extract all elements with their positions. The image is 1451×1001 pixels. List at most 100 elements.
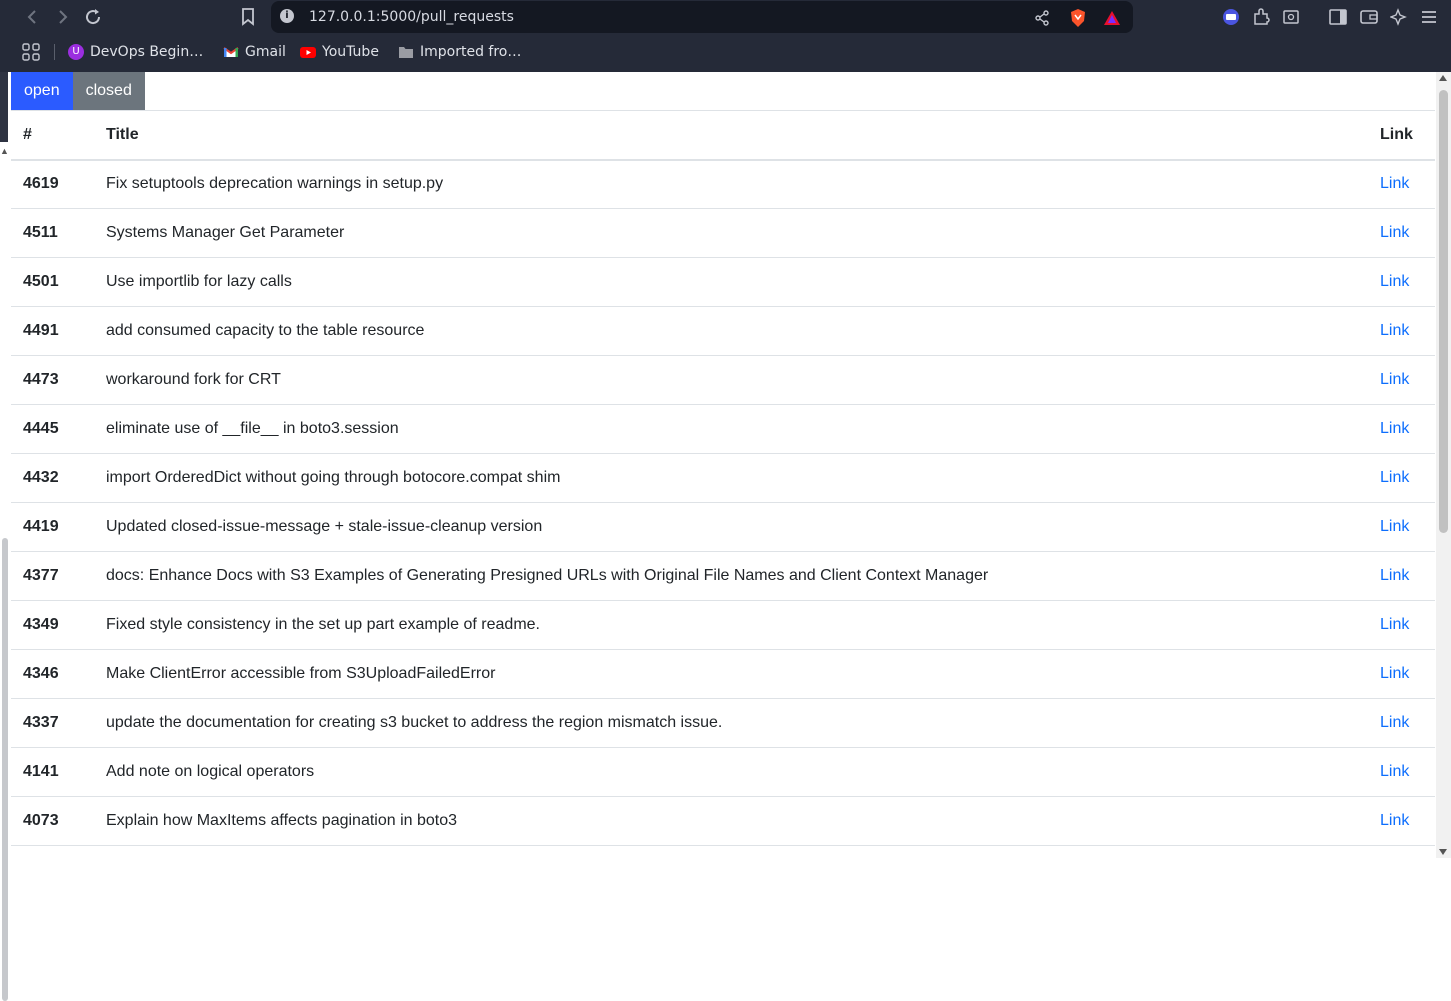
pr-link[interactable]: Link xyxy=(1380,469,1409,486)
table-row: 4445 eliminate use of __file__ in boto3.s… xyxy=(11,404,1435,454)
menu-icon[interactable] xyxy=(1418,6,1440,28)
pr-number: 4491 xyxy=(11,306,94,356)
extensions-puzzle-icon[interactable] xyxy=(1250,6,1272,28)
pr-number: 4432 xyxy=(11,453,94,503)
pr-link[interactable]: Link xyxy=(1380,371,1409,388)
browser-chrome: i 127.0.0.1:5000/pull_requests U DevOps … xyxy=(0,0,1451,72)
share-icon[interactable] xyxy=(1031,7,1053,29)
bookmark-devops[interactable]: U DevOps Begin… xyxy=(68,42,203,62)
pr-link[interactable]: Link xyxy=(1380,175,1409,192)
wallet-icon[interactable] xyxy=(1358,6,1380,28)
pr-title: import OrderedDict without going through… xyxy=(94,453,1368,503)
pr-number: 4619 xyxy=(11,159,94,209)
left-scroll-caret-icon: ▲ xyxy=(0,146,9,156)
table-row: 4073 Explain how MaxItems affects paginat… xyxy=(11,796,1435,846)
site-info-icon[interactable]: i xyxy=(280,9,294,23)
pull-requests-table-wrapper: # Title Link 4619 Fix setuptools deprecat… xyxy=(11,110,1435,846)
browser-toolbar: i 127.0.0.1:5000/pull_requests xyxy=(0,0,1451,34)
apps-grid-icon xyxy=(22,43,40,61)
tab-open[interactable]: open xyxy=(11,72,73,110)
pr-number: 4511 xyxy=(11,208,94,258)
url-text[interactable]: 127.0.0.1:5000/pull_requests xyxy=(309,9,514,25)
pr-title: eliminate use of __file__ in boto3.sessi… xyxy=(94,404,1368,454)
page-scrollbar[interactable] xyxy=(1436,72,1451,858)
pr-title: add consumed capacity to the table resou… xyxy=(94,306,1368,356)
gmail-icon xyxy=(223,47,239,57)
bookmark-icon xyxy=(242,8,254,26)
pr-link[interactable]: Link xyxy=(1380,616,1409,633)
back-arrow-icon xyxy=(27,10,36,24)
table-row: 4337 update the documentation for creatin… xyxy=(11,698,1435,748)
pr-link[interactable]: Link xyxy=(1380,567,1409,584)
sidebar-toggle-icon[interactable] xyxy=(1327,6,1349,28)
pr-link[interactable]: Link xyxy=(1380,714,1409,731)
state-tabs: open closed xyxy=(11,72,145,110)
pull-requests-table: # Title Link 4619 Fix setuptools deprecat… xyxy=(11,110,1435,846)
bookmark-devops-label: DevOps Begin… xyxy=(90,44,204,60)
pr-title: workaround fork for CRT xyxy=(94,355,1368,405)
bookmark-page-button[interactable] xyxy=(236,5,260,29)
pr-title: docs: Enhance Docs with S3 Examples of G… xyxy=(94,551,1368,601)
tab-closed[interactable]: closed xyxy=(72,72,145,110)
brave-rewards-icon[interactable] xyxy=(1101,7,1123,29)
bookmarks-bar: U DevOps Begin… Gmail YouTube Imported f… xyxy=(0,36,1451,68)
pr-link[interactable]: Link xyxy=(1380,665,1409,682)
pr-link[interactable]: Link xyxy=(1380,273,1409,290)
back-button[interactable] xyxy=(21,5,45,29)
scroll-thumb[interactable] xyxy=(1439,90,1448,533)
pr-number: 4346 xyxy=(11,649,94,699)
pr-number: 4349 xyxy=(11,600,94,650)
pr-title: update the documentation for creating s3… xyxy=(94,698,1368,748)
leo-ai-icon[interactable] xyxy=(1388,6,1410,28)
address-bar[interactable]: i 127.0.0.1:5000/pull_requests xyxy=(271,1,1133,33)
pr-link[interactable]: Link xyxy=(1380,224,1409,241)
apps-grid-button[interactable] xyxy=(22,42,40,62)
bookmark-imported-folder[interactable]: Imported fro… xyxy=(398,42,521,62)
pr-title: Add note on logical operators xyxy=(94,747,1368,797)
pr-number: 4073 xyxy=(11,796,94,846)
reload-button[interactable] xyxy=(81,5,105,29)
pr-title: Fix setuptools deprecation warnings in s… xyxy=(94,159,1368,209)
forward-arrow-icon xyxy=(59,10,68,24)
pr-title: Use importlib for lazy calls xyxy=(94,257,1368,307)
forward-button[interactable] xyxy=(50,5,74,29)
table-row: 4619 Fix setuptools deprecation warnings … xyxy=(11,159,1435,209)
pr-number: 4419 xyxy=(11,502,94,552)
table-row: 4432 import OrderedDict without going thr… xyxy=(11,453,1435,503)
bookmarks-divider xyxy=(54,44,55,60)
scroll-down-icon[interactable] xyxy=(1439,849,1447,855)
brave-shield-icon[interactable] xyxy=(1067,7,1089,29)
pr-link[interactable]: Link xyxy=(1380,322,1409,339)
table-row: 4473 workaround fork for CRT Link xyxy=(11,355,1435,405)
reader-mode-icon[interactable] xyxy=(1280,6,1302,28)
bookmark-gmail[interactable]: Gmail xyxy=(223,42,286,62)
pr-link[interactable]: Link xyxy=(1380,812,1409,829)
pr-number: 4501 xyxy=(11,257,94,307)
table-row: 4349 Fixed style consistency in the set u… xyxy=(11,600,1435,650)
bookmark-gmail-label: Gmail xyxy=(245,44,286,60)
pr-title: Updated closed-issue-message + stale-iss… xyxy=(94,502,1368,552)
header-number: # xyxy=(11,110,94,161)
table-row: 4377 docs: Enhance Docs with S3 Examples … xyxy=(11,551,1435,601)
pr-number: 4473 xyxy=(11,355,94,405)
pr-link[interactable]: Link xyxy=(1380,420,1409,437)
pr-title: Systems Manager Get Parameter xyxy=(94,208,1368,258)
youtube-icon xyxy=(300,47,316,58)
left-scrollbar[interactable] xyxy=(2,538,8,1001)
pr-number: 4141 xyxy=(11,747,94,797)
table-row: 4419 Updated closed-issue-message + stale… xyxy=(11,502,1435,552)
pr-link[interactable]: Link xyxy=(1380,763,1409,780)
table-row: 4501 Use importlib for lazy calls Link xyxy=(11,257,1435,307)
table-header-row: # Title Link xyxy=(11,110,1435,161)
bookmark-imported-label: Imported fro… xyxy=(420,44,522,60)
scroll-up-icon[interactable] xyxy=(1439,75,1447,81)
pr-link[interactable]: Link xyxy=(1380,518,1409,535)
bookmark-youtube-label: YouTube xyxy=(322,44,379,60)
bookmark-youtube[interactable]: YouTube xyxy=(300,42,379,62)
table-row: 4511 Systems Manager Get Parameter Link xyxy=(11,208,1435,258)
extension-translate-icon[interactable] xyxy=(1220,6,1242,28)
pr-title: Explain how MaxItems affects pagination … xyxy=(94,796,1368,846)
pr-number: 4445 xyxy=(11,404,94,454)
pr-title: Make ClientError accessible from S3Uploa… xyxy=(94,649,1368,699)
devops-icon: U xyxy=(68,44,84,60)
